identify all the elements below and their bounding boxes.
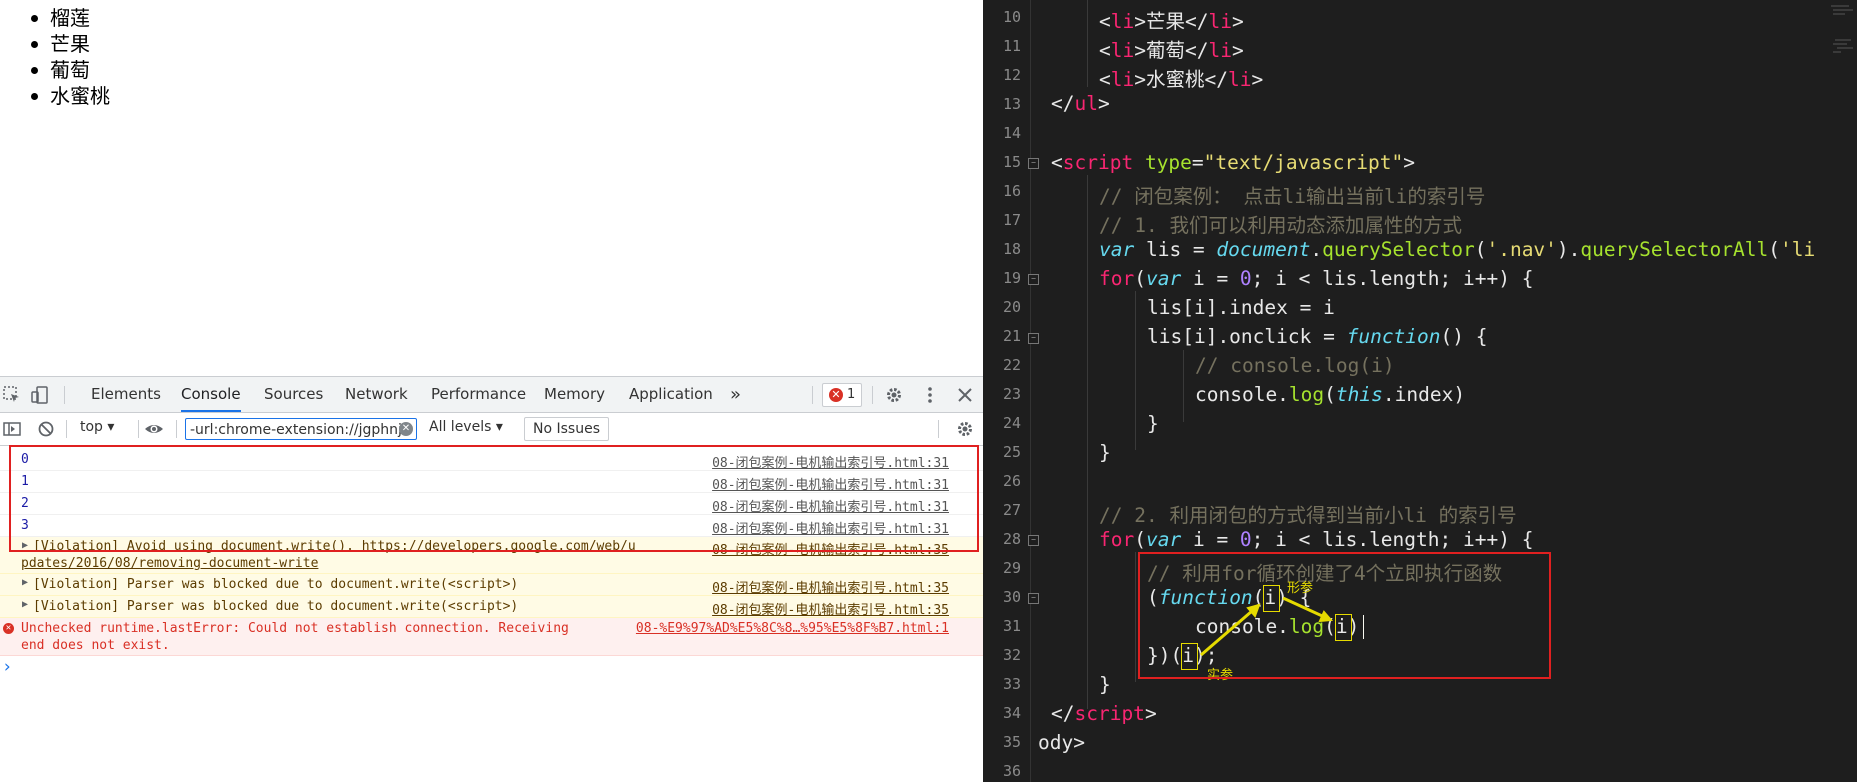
console-prompt[interactable]: › (0, 656, 983, 680)
source-link[interactable]: 08-闭包案例-电机输出索引号.html:31 (712, 452, 949, 471)
tab-application[interactable]: Application (629, 377, 713, 412)
tab-performance[interactable]: Performance (431, 377, 526, 412)
source-link[interactable]: 08-闭包案例-电机输出索引号.html:35 (712, 599, 949, 618)
list-item[interactable]: 榴莲 (31, 5, 110, 31)
divider (176, 420, 177, 438)
device-toolbar-icon[interactable] (30, 385, 50, 405)
console-warning-row: ▶ [Violation] Parser was blocked due to … (0, 574, 983, 596)
fruit-list: 榴莲 芒果 葡萄 水蜜桃 (31, 5, 110, 109)
console-output: 0 08-闭包案例-电机输出索引号.html:31 1 08-闭包案例-电机输出… (0, 446, 983, 783)
minimap[interactable] (1827, 0, 1857, 60)
error-count-badge[interactable]: ✕ 1 (822, 383, 862, 407)
console-settings-gear-icon[interactable] (955, 419, 975, 439)
doc-link-continued[interactable]: pdates/2016/08/removing-document-write (21, 556, 318, 571)
eye-icon[interactable] (144, 419, 164, 439)
error-icon: ✕ (829, 388, 843, 402)
console-error-row: ✕ Unchecked runtime.lastError: Could not… (0, 618, 983, 656)
tab-sources[interactable]: Sources (264, 377, 323, 412)
source-link[interactable]: 08-闭包案例-电机输出索引号.html:31 (712, 474, 949, 493)
clear-console-icon[interactable] (36, 419, 56, 439)
prompt-chevron-icon: › (2, 657, 13, 677)
devtools-tabbar: Elements Console Sources Network Perform… (0, 377, 983, 413)
divider (138, 420, 139, 438)
tab-memory[interactable]: Memory (544, 377, 605, 412)
doc-link[interactable]: https://developers.google.com/web/u (362, 539, 636, 554)
log-levels-select[interactable]: All levels ▾ (429, 419, 503, 435)
source-link[interactable]: 08-闭包案例-电机输出索引号.html:35 (712, 539, 949, 558)
divider (64, 386, 65, 404)
console-log-row: 1 08-闭包案例-电机输出索引号.html:31 (0, 471, 983, 493)
console-warning-row: ▶ [Violation] Parser was blocked due to … (0, 596, 983, 618)
context-select[interactable]: top ▾ (80, 419, 114, 435)
filter-input[interactable]: -url:chrome-extension://jgphnj ✕ (185, 418, 417, 440)
expand-triangle-icon[interactable]: ▶ (22, 577, 28, 588)
console-toolbar: top ▾ -url:chrome-extension://jgphnj ✕ A… (0, 413, 983, 446)
list-item[interactable]: 葡萄 (31, 57, 110, 83)
tab-console[interactable]: Console (181, 377, 241, 412)
close-icon[interactable] (955, 385, 975, 405)
source-link[interactable]: 08-闭包案例-电机输出索引号.html:35 (712, 577, 949, 596)
console-log-row: 2 08-闭包案例-电机输出索引号.html:31 (0, 493, 983, 515)
source-link[interactable]: 08-%E9%97%AD%E5%8C%8…%95%E5%8F%B7.html:1 (636, 621, 949, 636)
console-log-row: 3 08-闭包案例-电机输出索引号.html:31 (0, 515, 983, 537)
kebab-menu-icon[interactable] (920, 385, 940, 405)
console-log-row: 0 08-闭包案例-电机输出索引号.html:31 (0, 449, 983, 471)
divider (66, 420, 67, 438)
devtools-panel: Elements Console Sources Network Perform… (0, 376, 983, 783)
list-item[interactable]: 水蜜桃 (31, 83, 110, 109)
sidebar-icon[interactable] (2, 419, 22, 439)
more-tabs-button[interactable]: » (730, 377, 741, 412)
divider (872, 386, 873, 404)
clear-filter-icon[interactable]: ✕ (399, 422, 413, 436)
iife-highlight-box (1138, 552, 1551, 679)
divider (938, 420, 939, 438)
expand-triangle-icon[interactable]: ▶ (22, 599, 28, 610)
error-icon: ✕ (3, 623, 14, 634)
source-link[interactable]: 08-闭包案例-电机输出索引号.html:31 (712, 518, 949, 537)
list-item[interactable]: 芒果 (31, 31, 110, 57)
tab-elements[interactable]: Elements (91, 377, 161, 412)
gear-icon[interactable] (884, 385, 904, 405)
source-link[interactable]: 08-闭包案例-电机输出索引号.html:31 (712, 496, 949, 515)
tab-network[interactable]: Network (345, 377, 408, 412)
expand-triangle-icon[interactable]: ▶ (22, 540, 28, 551)
divider (812, 386, 813, 404)
issues-button[interactable]: No Issues (524, 417, 609, 441)
console-warning-row: ▶ [Violation] Avoid using document.write… (0, 537, 983, 574)
inspect-icon[interactable] (2, 385, 22, 405)
